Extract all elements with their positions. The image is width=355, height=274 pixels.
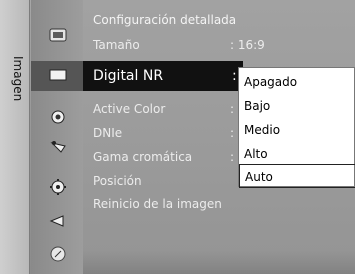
menu-row-label: Tamaño: [93, 38, 140, 52]
menu-header: Configuración detallada: [93, 13, 237, 27]
dropdown-item-bajo[interactable]: Bajo: [239, 94, 355, 118]
dropdown-item-auto[interactable]: Auto: [239, 164, 355, 188]
menu-row-label: Reinicio de la imagen: [93, 197, 222, 211]
side-tab-label: Imagen: [11, 56, 25, 102]
input-icon[interactable]: [49, 212, 67, 230]
menu-row-label: Posición: [93, 174, 142, 188]
menu-row-gama-cromatica[interactable]: Gama cromática: [93, 150, 192, 164]
menu-row-value-gama-cromatica: :: [230, 150, 235, 164]
menu-row-label: DNIe: [93, 126, 123, 140]
dropdown-item-alto[interactable]: Alto: [239, 142, 355, 166]
menu-row-active-color[interactable]: Active Color: [93, 102, 165, 116]
menu-row-value-digital-nr: :: [232, 68, 237, 84]
menu-row-tamano[interactable]: Tamaño: [93, 38, 140, 52]
menu-row-value-tamano: : 16:9: [230, 38, 265, 52]
dropdown-item-medio[interactable]: Medio: [239, 118, 355, 142]
menu-row-value-active-color: :: [230, 102, 235, 116]
dropdown-item-apagado[interactable]: Apagado: [239, 70, 355, 94]
menu-row-value-dnie: :: [230, 126, 235, 140]
menu-row-reinicio[interactable]: Reinicio de la imagen: [93, 197, 222, 211]
settings-gear-icon[interactable]: [49, 178, 67, 196]
menu-row-label: Gama cromática: [93, 150, 193, 164]
support-icon[interactable]: [49, 245, 67, 263]
sound-icon[interactable]: [49, 108, 67, 126]
menu-row-label: Active Color: [93, 102, 166, 116]
display-icon[interactable]: [49, 66, 67, 84]
picture-settings-icon[interactable]: [49, 26, 67, 44]
menu-row-posicion[interactable]: Posición: [93, 174, 142, 188]
menu-row-label: Digital NR: [93, 68, 164, 84]
digital-nr-dropdown: Apagado Bajo Medio Alto Auto: [238, 67, 355, 188]
tv-osd-screen: Imagen Configuración detallada Tamaño : …: [0, 0, 355, 274]
side-tab: Imagen: [0, 0, 30, 274]
menu-row-dnie[interactable]: DNIe: [93, 126, 122, 140]
satellite-icon[interactable]: [49, 138, 67, 156]
bottom-shade: [83, 250, 355, 274]
